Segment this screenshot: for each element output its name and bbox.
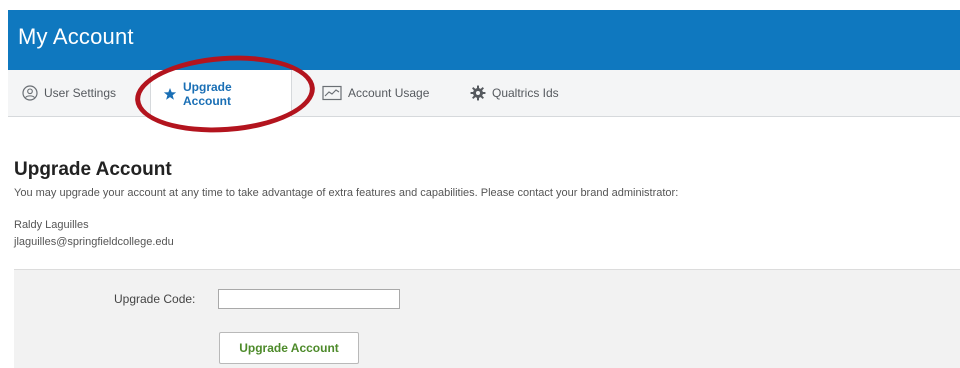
tab-bar: User Settings Upgrade Account Account Us… (8, 70, 960, 117)
tab-account-usage[interactable]: Account Usage (322, 70, 429, 116)
gear-icon (470, 85, 486, 101)
tab-user-settings[interactable]: User Settings (22, 70, 116, 116)
upgrade-code-label: Upgrade Code: (114, 292, 196, 306)
user-circle-icon (22, 85, 38, 101)
tab-label: User Settings (44, 86, 117, 100)
tab-upgrade-account[interactable]: Upgrade Account (150, 70, 292, 117)
admin-email: jlaguilles@springfieldcollege.edu (14, 236, 174, 248)
section-heading: Upgrade Account (14, 159, 172, 180)
upgrade-description: You may upgrade your account at any time… (14, 187, 679, 199)
tab-label: Upgrade Account (183, 79, 232, 108)
page-edge (0, 0, 8, 367)
chart-icon (322, 85, 342, 101)
page-title: My Account (18, 24, 134, 49)
tab-label: Qualtrics Ids (492, 86, 559, 100)
admin-name: Raldy Laguilles (14, 219, 89, 231)
tab-qualtrics-ids[interactable]: Qualtrics Ids (470, 70, 559, 116)
tab-label: Account Usage (348, 86, 430, 100)
upgrade-code-input[interactable] (218, 289, 400, 309)
upgrade-form-panel: Upgrade Code: Upgrade Account (14, 269, 960, 368)
upgrade-account-button[interactable]: Upgrade Account (219, 332, 359, 364)
star-icon (163, 87, 177, 101)
app-header: My Account (8, 10, 960, 70)
